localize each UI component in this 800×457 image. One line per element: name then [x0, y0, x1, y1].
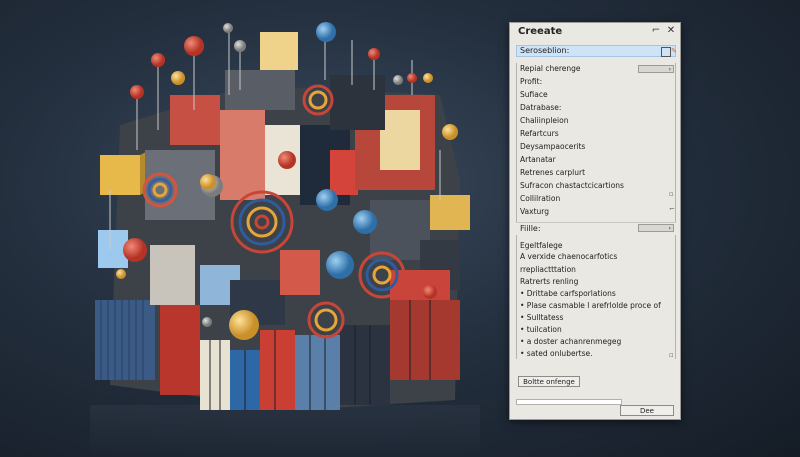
list-item[interactable]: • Plase casmable l arefrlolde proce of — [520, 301, 661, 310]
list-item[interactable]: Chaliinpleion — [520, 116, 568, 125]
list-item[interactable]: Retrenes carplurt — [520, 168, 585, 177]
action-button[interactable]: Boltte onfenge — [518, 376, 580, 387]
scroll-down-icon[interactable]: ▫ — [669, 351, 674, 359]
list-item[interactable]: Egeltfalege — [520, 241, 562, 250]
list-item[interactable]: • tuilcation — [520, 325, 562, 334]
dialog-titlebar: Creeate ⌐ ✕ — [510, 23, 680, 41]
search-field[interactable]: Seroseblion: ✎ — [516, 45, 678, 57]
list-item[interactable]: Sufracon chastactcicartions — [520, 181, 624, 190]
pin-icon[interactable]: ✎ — [670, 47, 678, 55]
done-button[interactable]: Dee — [620, 405, 674, 416]
list-item[interactable]: Refartcurs — [520, 129, 559, 138]
files-label: Fiille: — [520, 224, 541, 233]
list-item[interactable]: • a doster achanrenmegeg — [520, 337, 621, 346]
restore-icon[interactable]: ⌐ — [650, 25, 662, 37]
create-dialog: Creeate ⌐ ✕ Seroseblion: ✎ › Repial cher… — [509, 22, 681, 420]
list-item[interactable]: Sufiace — [520, 90, 548, 99]
list-item[interactable]: Vaxturg — [520, 207, 549, 216]
search-label: Seroseblion: — [520, 46, 570, 55]
scroll-down-icon[interactable]: ⌐ — [669, 205, 675, 213]
list-item[interactable]: • Drittabe carfsporlations — [520, 289, 616, 298]
list-item[interactable]: A verxide chaenocarfotics — [520, 252, 617, 261]
list-item[interactable]: Datrabase: — [520, 103, 561, 112]
list-item[interactable]: Ratrerts renling — [520, 277, 578, 286]
dropdown-button-2[interactable]: › — [638, 224, 674, 232]
list-item[interactable]: Profit: — [520, 77, 542, 86]
illustration-scene — [90, 22, 480, 457]
dialog-title: Creeate — [518, 26, 563, 37]
scroll-up-icon[interactable]: ▫ — [669, 190, 674, 198]
list-item[interactable]: rrepliactttation — [520, 265, 576, 274]
list-item[interactable]: Collilration — [520, 194, 560, 203]
list-item[interactable]: • Sulltatess — [520, 313, 563, 322]
list-item[interactable]: Artanatar — [520, 155, 556, 164]
dropdown-button-1[interactable]: › — [638, 65, 674, 73]
progress-bar — [516, 399, 622, 405]
divider — [516, 222, 676, 223]
list-item[interactable]: Deysampaocerits — [520, 142, 585, 151]
close-icon[interactable]: ✕ — [665, 25, 677, 37]
list-item[interactable]: Repial cherenge — [520, 64, 581, 73]
list-item[interactable]: • sated onlubertse. — [520, 349, 593, 358]
